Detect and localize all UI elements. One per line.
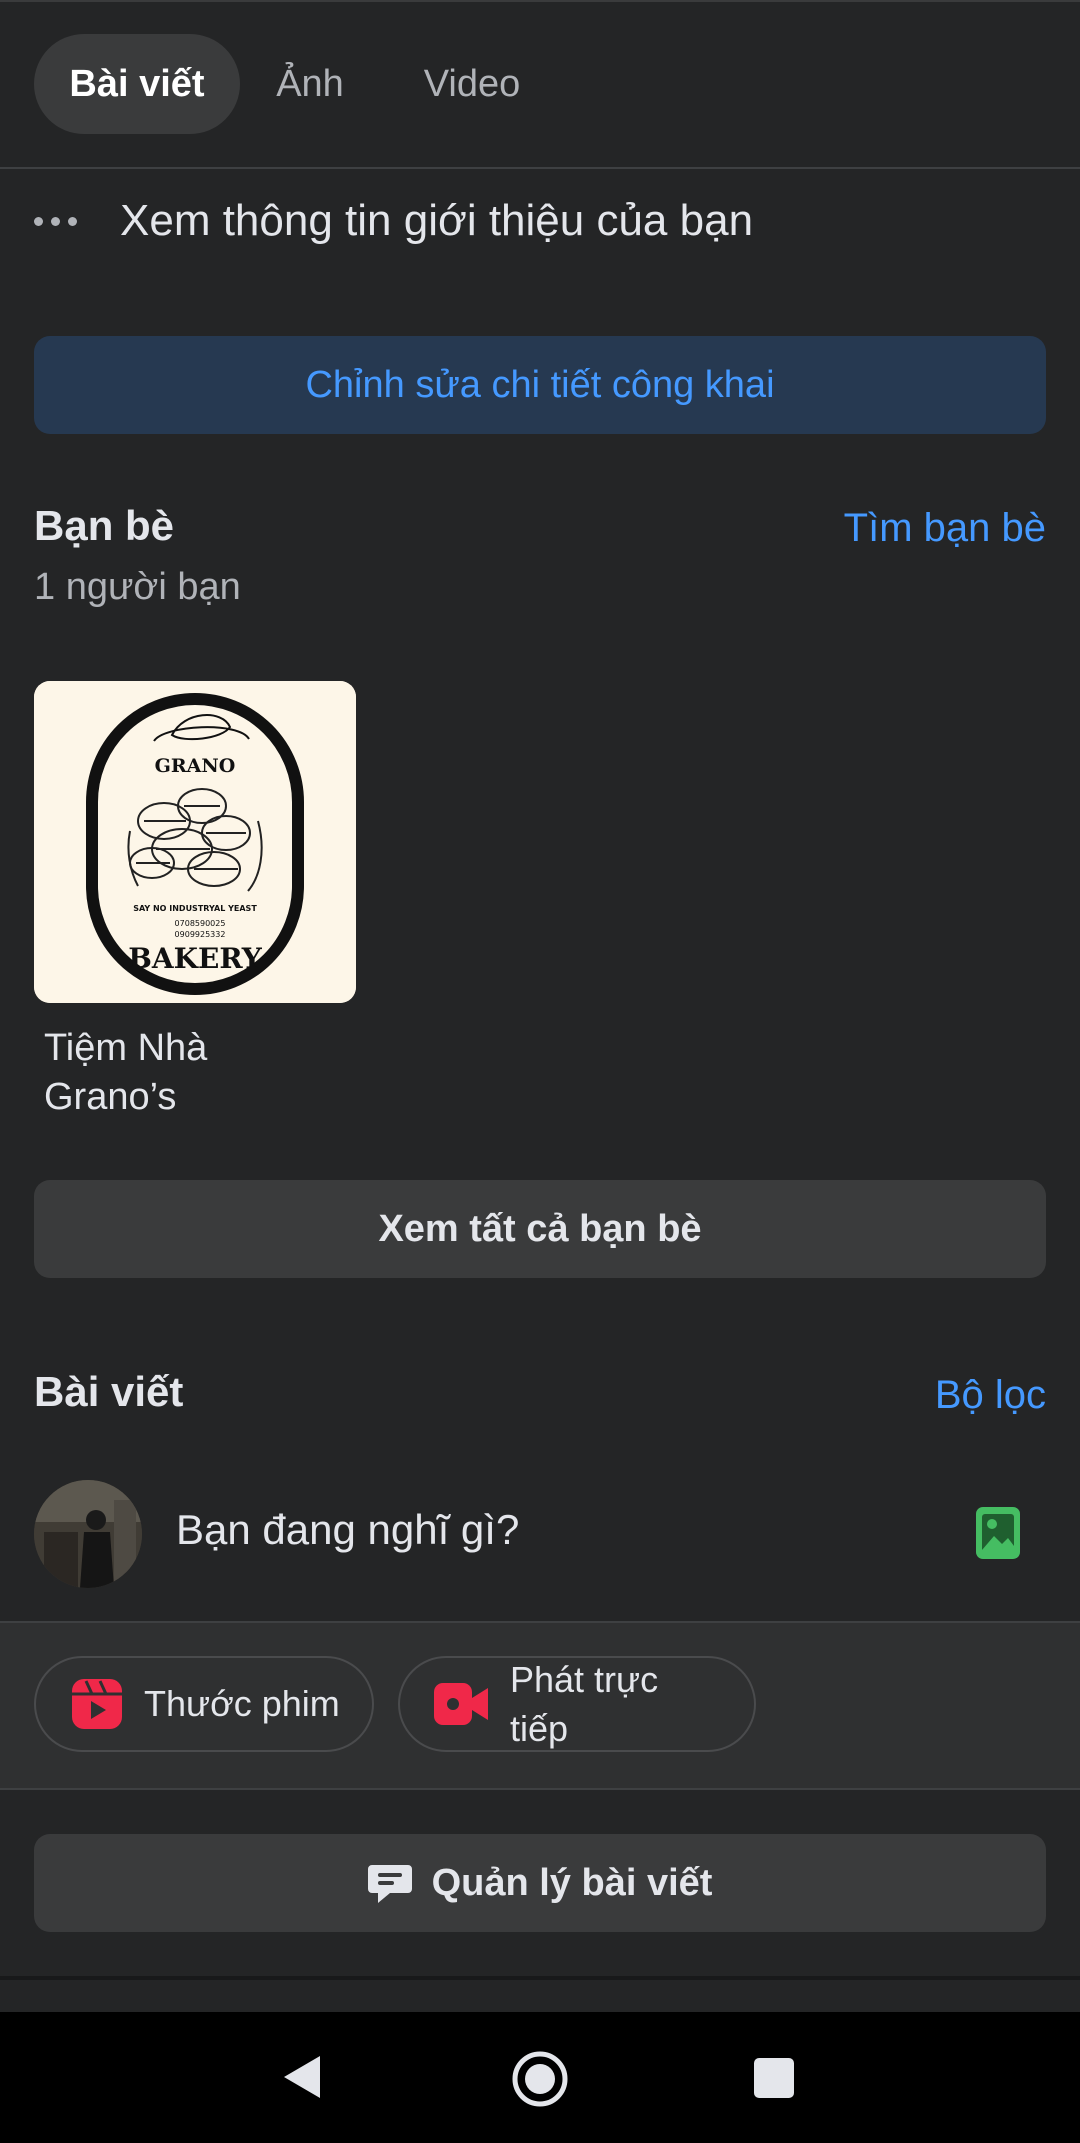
avatar[interactable] xyxy=(34,1480,142,1588)
live-video-button[interactable]: Phát trực tiếp xyxy=(398,1656,756,1752)
manage-posts-label: Quản lý bài viết xyxy=(431,1861,713,1904)
tab-videos[interactable]: Video xyxy=(402,34,542,134)
bakery-logo: GRANO SAY NO INDUSTRYAL YEAST 0708590025… xyxy=(34,681,356,1003)
friend-card-photo[interactable]: GRANO SAY NO INDUSTRYAL YEAST 0708590025… xyxy=(34,681,356,1003)
svg-text:0909925332: 0909925332 xyxy=(175,930,226,939)
live-label-line1: Phát trực xyxy=(510,1659,659,1700)
system-nav-bar xyxy=(0,2012,1080,2143)
see-all-friends-label: Xem tất cả bạn bè xyxy=(378,1207,702,1250)
svg-text:BAKERY: BAKERY xyxy=(128,942,262,975)
svg-text:0708590025: 0708590025 xyxy=(175,919,226,928)
recents-icon[interactable] xyxy=(754,2058,794,2098)
reels-button[interactable]: Thước phim xyxy=(34,1656,374,1752)
top-edge xyxy=(0,0,1080,2)
avatar-photo xyxy=(34,1480,142,1588)
home-icon[interactable] xyxy=(511,2050,569,2108)
bottom-divider xyxy=(0,1976,1080,1980)
filter-link[interactable]: Bộ lọc xyxy=(935,1373,1046,1418)
see-intro-text: Xem thông tin giới thiệu của bạn xyxy=(120,196,754,245)
photo-icon[interactable] xyxy=(975,1506,1021,1560)
see-intro-row[interactable]: Xem thông tin giới thiệu của bạn xyxy=(34,190,753,252)
composer-input[interactable]: Bạn đang nghĩ gì? xyxy=(176,1506,519,1554)
back-icon[interactable] xyxy=(282,2054,322,2100)
reels-label: Thước phim xyxy=(144,1683,340,1724)
manage-posts-button[interactable]: Quản lý bài viết xyxy=(34,1834,1046,1932)
reels-icon xyxy=(72,1679,122,1729)
tab-posts-label: Bài viết xyxy=(69,62,205,105)
edit-public-details-label: Chỉnh sửa chi tiết công khai xyxy=(305,363,775,406)
live-video-icon xyxy=(434,1683,488,1725)
manage-posts-icon xyxy=(367,1865,412,1903)
edit-public-details-button[interactable]: Chỉnh sửa chi tiết công khai xyxy=(34,336,1046,434)
tab-posts[interactable]: Bài viết xyxy=(34,34,240,134)
live-label-line2: tiếp xyxy=(510,1708,569,1749)
see-all-friends-button[interactable]: Xem tất cả bạn bè xyxy=(34,1180,1046,1278)
tab-photos[interactable]: Ảnh xyxy=(262,34,358,134)
more-dots-icon xyxy=(34,216,80,226)
friend-name[interactable]: Tiệm Nhà Grano’s xyxy=(44,1024,304,1122)
find-friends-link[interactable]: Tìm bạn bè xyxy=(844,506,1046,551)
tabs-divider xyxy=(0,167,1080,169)
svg-text:GRANO: GRANO xyxy=(155,755,236,777)
posts-title: Bài viết xyxy=(34,1368,184,1415)
friends-title: Bạn bè xyxy=(34,502,175,549)
tab-photos-label: Ảnh xyxy=(276,62,344,105)
svg-text:SAY NO INDUSTRYAL YEAST: SAY NO INDUSTRYAL YEAST xyxy=(133,904,257,913)
tab-videos-label: Video xyxy=(423,62,521,105)
friends-count: 1 người bạn xyxy=(34,566,241,608)
